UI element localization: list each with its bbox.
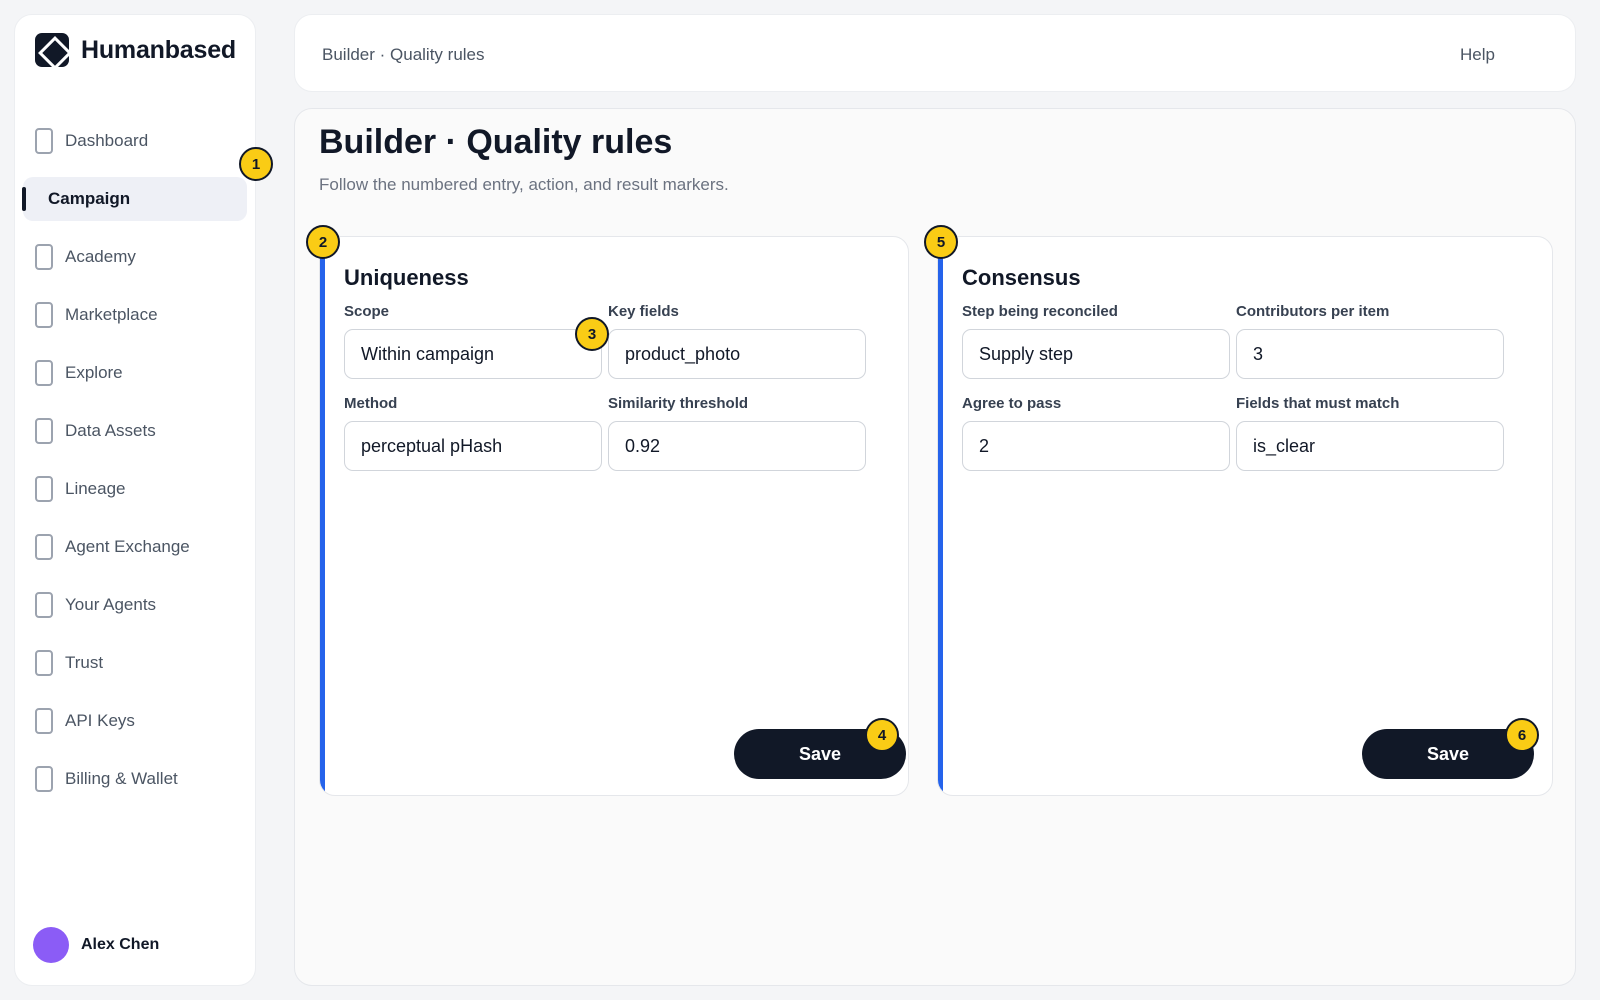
sidebar-item-label: Agent Exchange [65, 537, 190, 556]
method-select[interactable]: perceptual pHash [344, 421, 602, 471]
consensus-card: Consensus Step being reconciled Supply s… [937, 236, 1553, 796]
scope-label: Scope [344, 303, 390, 320]
sidebar-item-campaign[interactable]: Campaign [22, 177, 247, 221]
contributors-per-item-input[interactable]: 3 [1236, 329, 1504, 379]
sidebar-item-label: API Keys [65, 711, 135, 730]
step-marker-5: 5 [924, 225, 958, 259]
top-bar: Builder · Quality rules Help [294, 14, 1576, 92]
page-icon [35, 766, 53, 792]
logo-icon [35, 33, 69, 67]
brand-name: Humanbased [81, 35, 236, 64]
key-fields-input[interactable]: product_photo [608, 329, 866, 379]
sidebar-item-agent-exchange[interactable]: Agent Exchange [15, 518, 255, 576]
sidebar-item-label: Billing & Wallet [65, 769, 178, 788]
sidebar-item-explore[interactable]: Explore [15, 344, 255, 402]
sidebar-nav: Dashboard Campaign Academy Marketplace E… [15, 112, 255, 808]
page-subtitle: Follow the numbered entry, action, and r… [319, 175, 729, 194]
page-icon [35, 650, 53, 676]
card-title: Uniqueness [344, 265, 469, 290]
contributors-per-item-label: Contributors per item [1236, 303, 1390, 320]
step-marker-3: 3 [575, 317, 609, 351]
sidebar-item-label: Marketplace [65, 305, 158, 324]
fields-must-match-label: Fields that must match [1236, 395, 1400, 412]
sidebar-item-label: Explore [65, 363, 123, 382]
similarity-threshold-label: Similarity threshold [608, 395, 749, 412]
sidebar-item-label: Data Assets [65, 421, 156, 440]
sidebar-item-billing-wallet[interactable]: Billing & Wallet [15, 750, 255, 808]
sidebar-item-your-agents[interactable]: Your Agents [15, 576, 255, 634]
help-link[interactable]: Help [1460, 45, 1495, 65]
fields-must-match-input[interactable]: is_clear [1236, 421, 1504, 471]
page-icon [35, 302, 53, 328]
page-icon [35, 360, 53, 386]
sidebar-item-api-keys[interactable]: API Keys [15, 692, 255, 750]
agree-to-pass-label: Agree to pass [962, 395, 1062, 412]
page-icon [35, 244, 53, 270]
brand[interactable]: Humanbased [35, 33, 236, 67]
user-profile[interactable]: Alex Chen [33, 927, 159, 963]
sidebar-item-label: Trust [65, 653, 104, 672]
scope-select[interactable]: Within campaign [344, 329, 602, 379]
sidebar: Humanbased Dashboard Campaign Academy Ma… [14, 14, 256, 986]
sidebar-item-data-assets[interactable]: Data Assets [15, 402, 255, 460]
sidebar-item-label: Academy [65, 247, 136, 266]
card-title: Consensus [962, 265, 1081, 290]
sidebar-item-lineage[interactable]: Lineage [15, 460, 255, 518]
page-icon [35, 418, 53, 444]
sidebar-item-label: Your Agents [65, 595, 157, 614]
page-icon [35, 476, 53, 502]
sidebar-item-label: Campaign [48, 189, 131, 208]
page-icon [35, 534, 53, 560]
step-marker-6: 6 [1505, 718, 1539, 752]
step-marker-2: 2 [306, 225, 340, 259]
page-icon [35, 592, 53, 618]
sidebar-item-label: Lineage [65, 479, 126, 498]
sidebar-item-dashboard[interactable]: Dashboard [15, 112, 255, 170]
user-name: Alex Chen [81, 936, 160, 953]
sidebar-item-label: Dashboard [65, 131, 149, 150]
breadcrumb: Builder · Quality rules [322, 45, 485, 64]
sidebar-item-trust[interactable]: Trust [15, 634, 255, 692]
uniqueness-card: Uniqueness Scope Within campaign Key fie… [319, 236, 909, 796]
sidebar-item-marketplace[interactable]: Marketplace [15, 286, 255, 344]
sidebar-item-academy[interactable]: Academy [15, 228, 255, 286]
step-reconciled-select[interactable]: Supply step [962, 329, 1230, 379]
step-marker-4: 4 [865, 718, 899, 752]
page-icon [35, 128, 53, 154]
page-title: Builder · Quality rules [319, 123, 673, 161]
similarity-threshold-input[interactable]: 0.92 [608, 421, 866, 471]
key-fields-label: Key fields [608, 303, 679, 320]
method-label: Method [344, 395, 398, 412]
step-reconciled-label: Step being reconciled [962, 303, 1118, 320]
avatar [33, 927, 69, 963]
agree-to-pass-input[interactable]: 2 [962, 421, 1230, 471]
step-marker-1: 1 [239, 147, 273, 181]
page-icon [35, 708, 53, 734]
